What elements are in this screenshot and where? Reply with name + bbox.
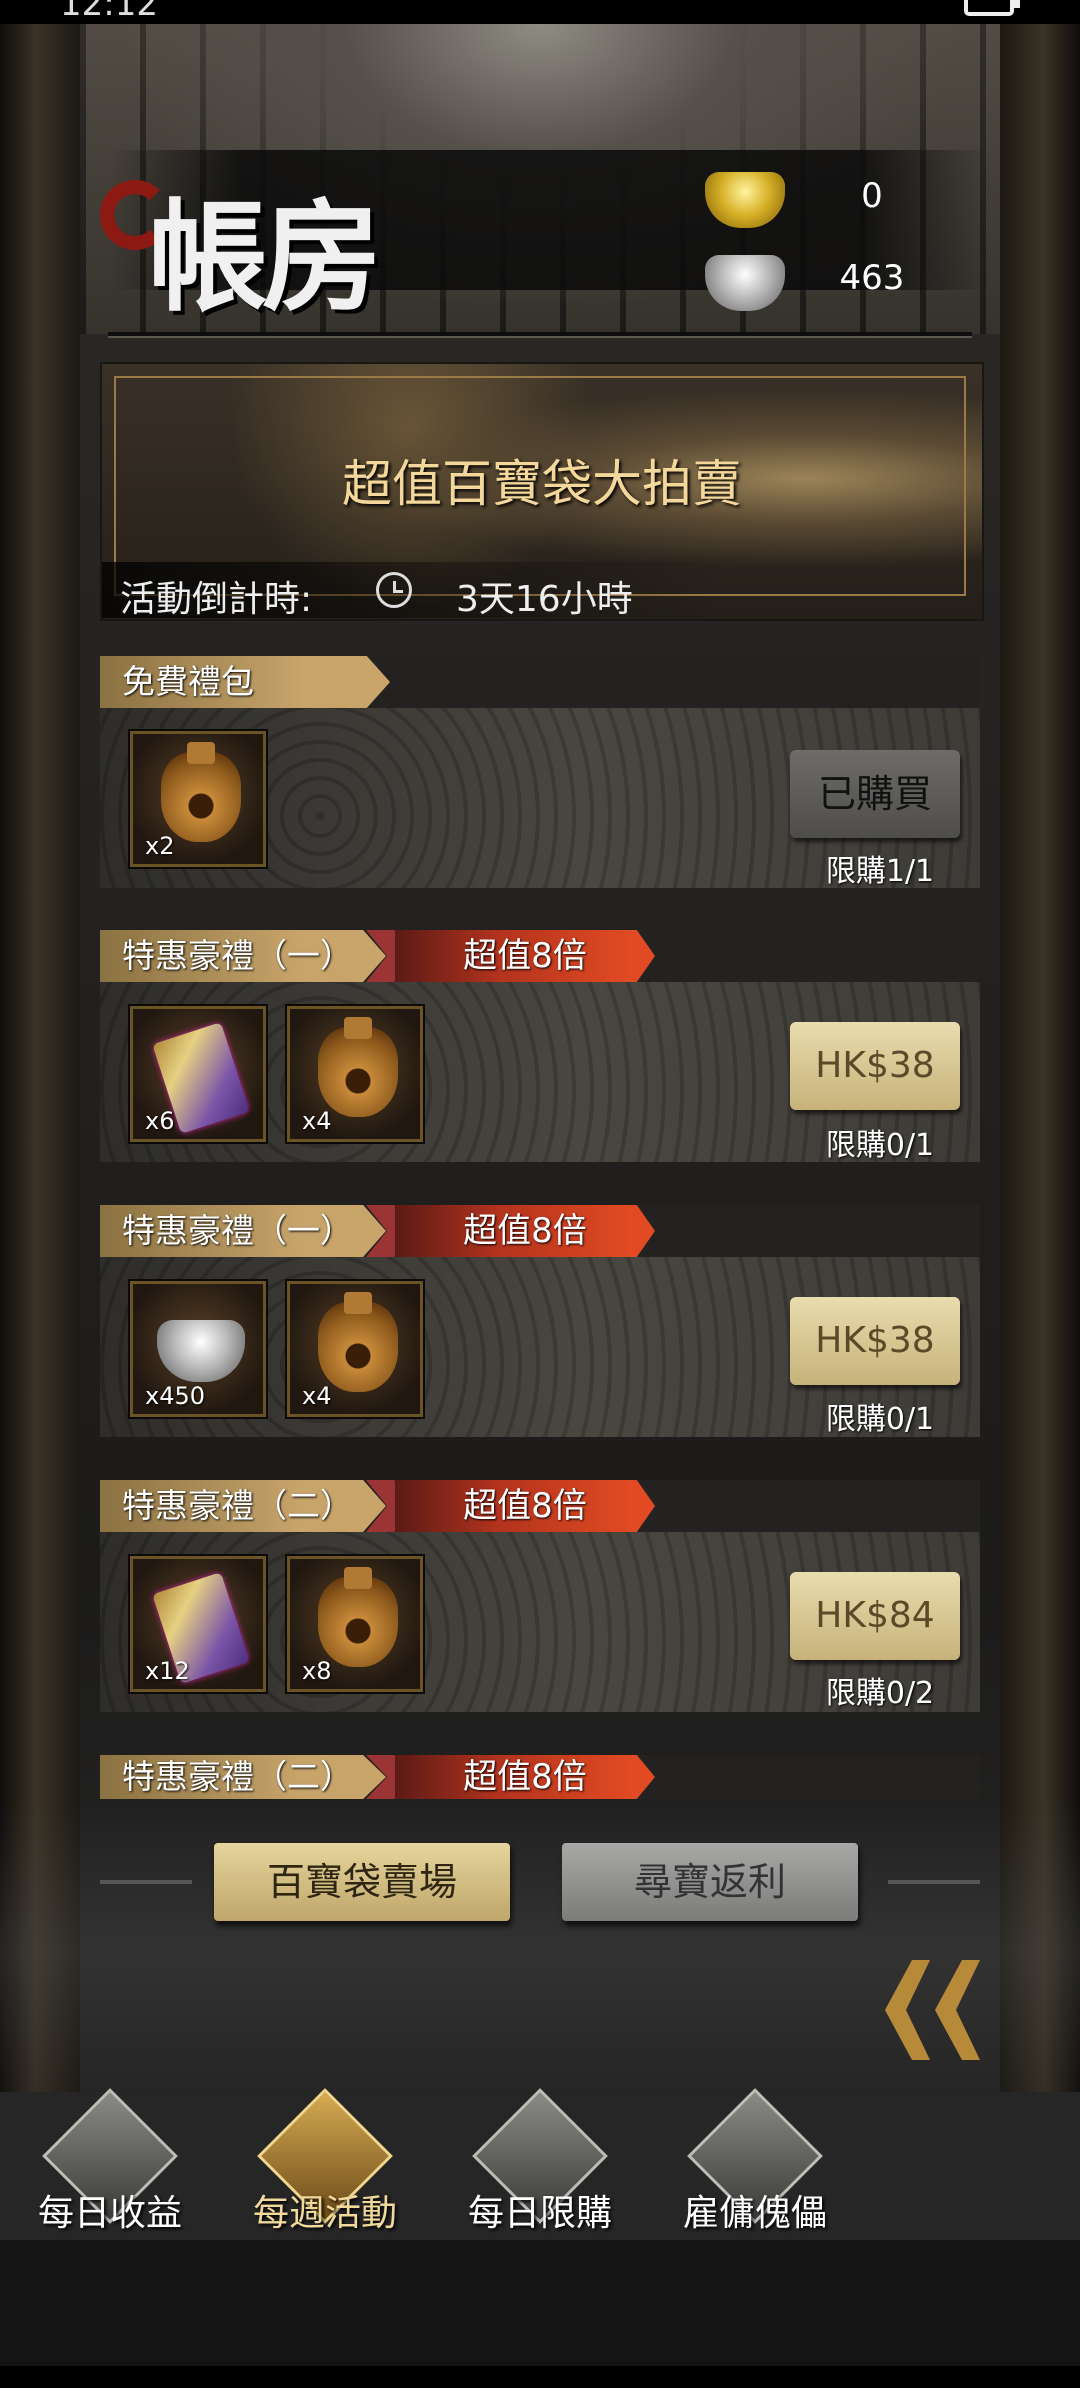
promo-ribbon: 超值8倍 [395, 1755, 655, 1799]
status-time: 12:12 [60, 0, 158, 24]
left-pillar [0, 24, 80, 2094]
item-count: x4 [302, 1107, 332, 1135]
fortune-bag-icon [318, 1567, 398, 1667]
page-title: 帳房 [148, 187, 382, 328]
promo-ribbon: 超值8倍 [395, 930, 655, 982]
gift-label: 特惠豪禮（二） [100, 1755, 386, 1799]
back-chevron-icon [935, 1960, 980, 2060]
nav-daily-limited[interactable]: 每日限購 [440, 2088, 640, 2242]
status-bar [0, 0, 1080, 24]
purchase-limit: 限購0/1 [825, 1128, 935, 1163]
price-button[interactable]: HK$38 [790, 1022, 960, 1110]
item-count: x12 [145, 1657, 190, 1685]
item-count: x2 [145, 832, 175, 860]
nav-label: 每週活動 [252, 2193, 397, 2234]
battery-icon [964, 0, 1020, 16]
purchased-button[interactable]: 已購買 [790, 750, 960, 838]
item-count: x6 [145, 1107, 175, 1135]
gift-label: 特惠豪禮（二） [100, 1480, 386, 1532]
right-pillar [1000, 24, 1080, 2094]
item-count: x4 [302, 1382, 332, 1410]
nav-label: 每日收益 [37, 2193, 182, 2234]
price-button[interactable]: HK$38 [790, 1297, 960, 1385]
tab-bag-market[interactable]: 百寶袋賣場 [214, 1843, 510, 1921]
purchase-limit: 限購1/1 [825, 854, 935, 889]
price-button[interactable]: HK$84 [790, 1572, 960, 1660]
banner-title: 超值百寶袋大拍賣 [342, 455, 742, 513]
item-slot[interactable]: x4 [285, 1004, 425, 1144]
item-slot[interactable]: x2 [128, 729, 268, 869]
promo-ribbon: 超值8倍 [395, 1480, 655, 1532]
silver-ingot-icon [157, 1320, 245, 1382]
header-divider [108, 332, 972, 338]
nav-daily-income[interactable]: 每日收益 [10, 2088, 210, 2242]
item-slot[interactable]: x450 [128, 1279, 268, 1419]
system-nav-bar [0, 2366, 1080, 2388]
nav-weekly-event[interactable]: 每週活動 [225, 2088, 425, 2242]
fortune-bag-icon [161, 742, 241, 842]
item-slot[interactable]: x6 [128, 1004, 268, 1144]
item-slot[interactable]: x8 [285, 1554, 425, 1694]
tab-treasure-rebate[interactable]: 尋寶返利 [562, 1843, 858, 1921]
gift-label: 特惠豪禮（一） [100, 930, 386, 982]
item-slot[interactable]: x12 [128, 1554, 268, 1694]
purchase-limit: 限購0/2 [825, 1676, 935, 1711]
countdown-value: 3天16小時 [456, 579, 633, 620]
gift-label: 特惠豪禮（一） [100, 1205, 386, 1257]
gift-label: 免費禮包 [100, 656, 390, 708]
purchase-limit: 限購0/1 [825, 1402, 935, 1437]
nav-label: 雇傭傀儡 [682, 2193, 827, 2234]
back-button[interactable] [810, 1940, 1020, 2070]
nav-hire-puppet[interactable]: 雇傭傀儡 [655, 2088, 855, 2242]
divider-left [100, 1880, 192, 1884]
nav-label: 每日限購 [467, 2193, 612, 2234]
item-count: x450 [145, 1382, 206, 1410]
clock-icon [376, 572, 412, 608]
countdown-label: 活動倒計時: [120, 579, 313, 620]
item-count: x8 [302, 1657, 332, 1685]
item-slot[interactable]: x4 [285, 1279, 425, 1419]
gold-amount: 0 [861, 176, 883, 216]
back-chevron-icon [885, 1960, 930, 2060]
fortune-bag-icon [318, 1292, 398, 1392]
fortune-bag-icon [318, 1017, 398, 1117]
divider-right [888, 1880, 980, 1884]
silver-amount: 463 [839, 258, 905, 298]
promo-ribbon: 超值8倍 [395, 1205, 655, 1257]
